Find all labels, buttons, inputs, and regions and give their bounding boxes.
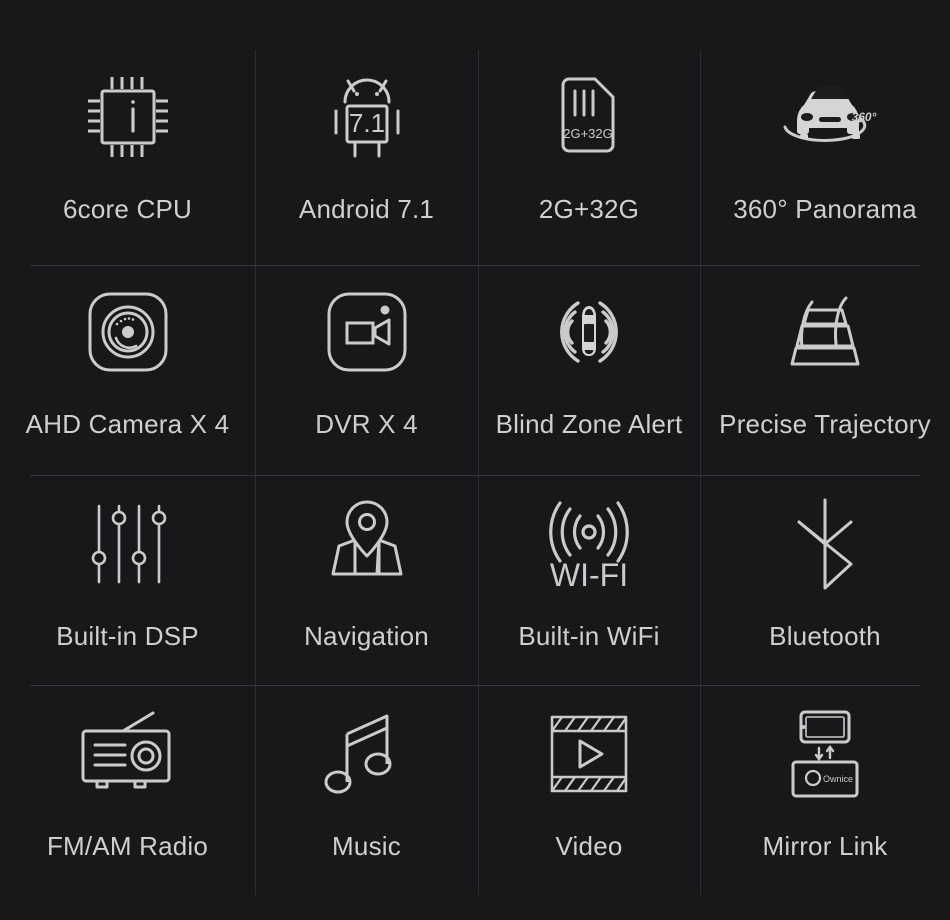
feature-tile-360-panorama[interactable]: 360° 360° Panorama <box>700 50 950 265</box>
feature-label: FM/AM Radio <box>46 831 209 861</box>
feature-tile-ahd-camera[interactable]: AHD Camera X 4 <box>0 265 255 475</box>
feature-tile-6core-cpu[interactable]: 6core CPU <box>0 50 255 265</box>
feature-label: Blind Zone Alert <box>495 409 683 439</box>
feature-label: Bluetooth <box>769 621 881 651</box>
feature-label: DVR X 4 <box>315 409 418 439</box>
feature-tile-blind-zone[interactable]: Blind Zone Alert <box>478 265 700 475</box>
radio-icon <box>73 695 183 813</box>
feature-tile-navigation[interactable]: Navigation <box>255 475 478 685</box>
memory-capacity-text: 2G+32G <box>563 126 613 141</box>
feature-tile-precise-trajectory[interactable]: Precise Trajectory <box>700 265 950 475</box>
feature-label: 6core CPU <box>63 194 192 224</box>
panorama-degree-text: 360° <box>852 110 877 124</box>
top-spacer <box>0 0 950 50</box>
feature-label: Built-in DSP <box>56 621 199 651</box>
bluetooth-icon <box>781 485 869 603</box>
car-360-view-icon: 360° <box>761 58 889 176</box>
android-robot-icon: 7.1 <box>317 58 417 176</box>
cpu-chip-icon <box>76 58 180 176</box>
feature-tile-built-in-dsp[interactable]: Built-in DSP <box>0 475 255 685</box>
android-version-text: 7.1 <box>348 108 384 138</box>
film-play-icon <box>544 695 634 813</box>
music-note-icon <box>323 695 411 813</box>
wifi-signal-icon: WI-FI <box>534 485 644 603</box>
feature-tile-mirror-link[interactable]: Ownice Mirror Link <box>700 685 950 895</box>
parking-guideline-icon <box>772 273 878 391</box>
feature-label: Built-in WiFi <box>518 621 660 651</box>
feature-label: Precise Trajectory <box>719 409 931 439</box>
feature-label: Video <box>555 831 623 861</box>
feature-tile-music[interactable]: Music <box>255 685 478 895</box>
blind-zone-radar-icon <box>537 273 641 391</box>
camera-lens-icon <box>78 273 178 391</box>
feature-tile-fm-am-radio[interactable]: FM/AM Radio <box>0 685 255 895</box>
mirror-link-icon: Ownice <box>775 695 875 813</box>
equalizer-slider-icon <box>83 485 173 603</box>
mirror-link-brand-text: Ownice <box>823 774 853 784</box>
feature-label: Music <box>332 831 401 861</box>
feature-tile-android-71[interactable]: 7.1 Android 7.1 <box>255 50 478 265</box>
memory-card-icon: 2G+32G <box>543 58 635 176</box>
map-pin-icon <box>317 485 417 603</box>
feature-label: Mirror Link <box>762 831 888 861</box>
feature-tile-dvr[interactable]: DVR X 4 <box>255 265 478 475</box>
wifi-label-text: WI-FI <box>550 557 628 592</box>
feature-tile-2g-32g[interactable]: 2G+32G 2G+32G <box>478 50 700 265</box>
feature-tile-built-in-wifi[interactable]: WI-FI Built-in WiFi <box>478 475 700 685</box>
feature-label: 2G+32G <box>538 194 640 224</box>
feature-label: Android 7.1 <box>298 194 435 224</box>
feature-label: Navigation <box>304 621 429 651</box>
video-recorder-icon <box>317 273 417 391</box>
feature-tile-video[interactable]: Video <box>478 685 700 895</box>
feature-grid: 6core CPU 7.1 Android 7.1 2G+32G 2G+32G … <box>0 0 950 920</box>
feature-label: 360° Panorama <box>733 194 917 224</box>
feature-label: AHD Camera X 4 <box>25 409 230 439</box>
feature-tile-bluetooth[interactable]: Bluetooth <box>700 475 950 685</box>
